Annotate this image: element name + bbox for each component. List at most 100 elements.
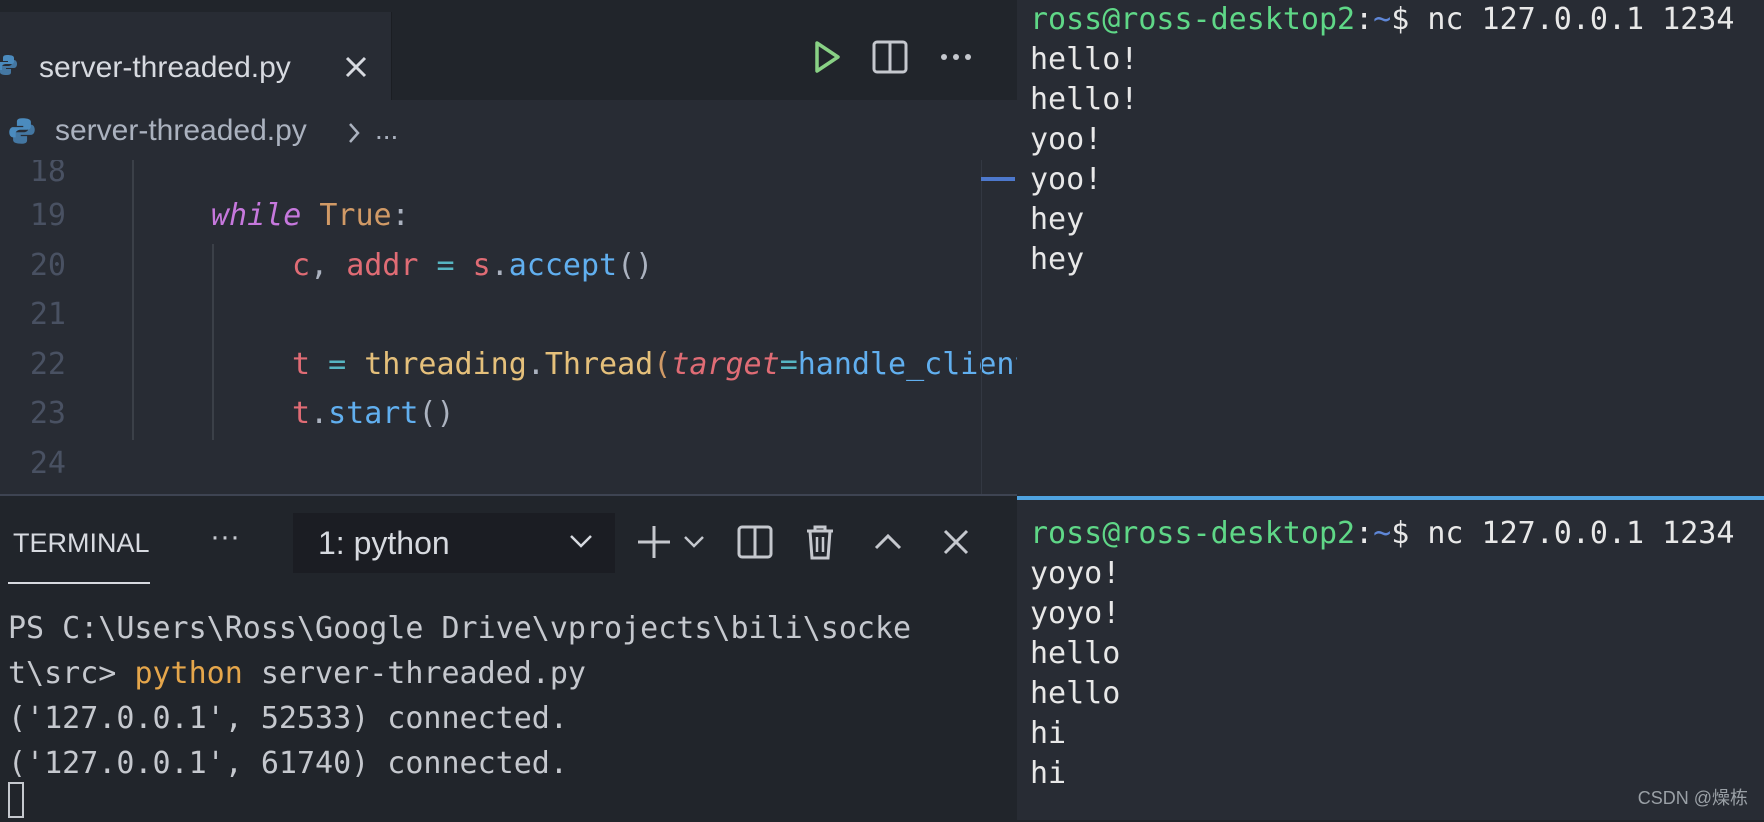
code-token: t bbox=[292, 396, 311, 431]
external-terminal[interactable]: ross@ross-desktop2:~$ nc 127.0.0.1 1234 h… bbox=[1017, 0, 1764, 820]
new-terminal-icon[interactable] bbox=[634, 522, 674, 562]
prompt-user: ross@ross-desktop2 bbox=[1030, 2, 1356, 37]
code-token: c bbox=[292, 248, 311, 283]
indent-guide bbox=[132, 160, 134, 440]
python-file-icon bbox=[9, 118, 35, 144]
output-line: hello! bbox=[1030, 82, 1139, 117]
line-number: 18 bbox=[29, 160, 66, 189]
output-line: hello! bbox=[1030, 42, 1139, 77]
terminal-pane-bottom[interactable]: ross@ross-desktop2:~$ nc 127.0.0.1 1234 y… bbox=[1030, 514, 1734, 794]
terminal-pane-top[interactable]: ross@ross-desktop2:~$ nc 127.0.0.1 1234 h… bbox=[1030, 0, 1734, 280]
code-token: : bbox=[391, 198, 410, 233]
scrollbar-marker bbox=[981, 177, 1015, 181]
pane-divider[interactable] bbox=[1017, 496, 1764, 500]
code-token: threading bbox=[364, 347, 527, 382]
code-line-20: c, addr = s.accept() bbox=[292, 248, 653, 283]
terminal-select[interactable]: 1: python bbox=[293, 513, 615, 573]
prompt-line: ross@ross-desktop2:~$ nc 127.0.0.1 1234 bbox=[1030, 514, 1734, 554]
chevron-right-icon bbox=[349, 123, 360, 143]
line-number: 20 bbox=[29, 248, 66, 283]
output-line: hello bbox=[1030, 636, 1121, 671]
output-line: hi bbox=[1030, 756, 1067, 791]
panel-more-button[interactable]: ··· bbox=[210, 520, 240, 554]
code-token: accept bbox=[508, 248, 618, 283]
terminal-command: python bbox=[134, 656, 243, 691]
editor-scrollbar[interactable] bbox=[981, 160, 1017, 494]
code-token: = bbox=[310, 347, 365, 382]
output-line: yoo! bbox=[1030, 162, 1103, 197]
code-token: . bbox=[310, 396, 329, 431]
breadcrumb-file[interactable]: server-threaded.py bbox=[55, 114, 307, 148]
code-token: Thread bbox=[544, 347, 654, 382]
indent-guide bbox=[212, 244, 214, 440]
terminal-output[interactable]: PS C:\Users\Ross\Google Drive\vprojects\… bbox=[8, 606, 911, 786]
terminal-cursor bbox=[8, 782, 24, 818]
prompt-path: ~ bbox=[1373, 516, 1392, 551]
prompt-separator: : bbox=[1355, 2, 1374, 37]
breadcrumb: server-threaded.py ... bbox=[0, 100, 1017, 160]
code-token: () bbox=[418, 396, 455, 431]
output-line: yoo! bbox=[1030, 122, 1103, 157]
maximize-panel-icon[interactable] bbox=[868, 522, 908, 562]
line-number: 24 bbox=[29, 446, 66, 481]
output-line: yoyo! bbox=[1030, 596, 1121, 631]
line-number: 23 bbox=[29, 396, 66, 431]
terminal-text: server-threaded.py bbox=[242, 656, 586, 691]
terminal-line: ('127.0.0.1', 61740) connected. bbox=[8, 746, 568, 781]
terminal-line: ('127.0.0.1', 52533) connected. bbox=[8, 701, 568, 736]
terminal-text: t\src> bbox=[8, 656, 135, 691]
output-line: hi bbox=[1030, 716, 1067, 751]
active-tab-indicator bbox=[8, 582, 150, 584]
code-line-22: t = threading.Thread(target=handle_clien… bbox=[292, 347, 1017, 382]
split-terminal-icon[interactable] bbox=[735, 522, 775, 562]
code-line-23: t.start() bbox=[292, 396, 455, 431]
editor-tab-bar: server-threaded.py bbox=[0, 0, 1017, 100]
chevron-down-icon[interactable] bbox=[682, 532, 706, 552]
line-number: 21 bbox=[29, 297, 66, 332]
output-line: hey bbox=[1030, 242, 1085, 277]
output-line: hello bbox=[1030, 676, 1121, 711]
split-editor-icon[interactable] bbox=[870, 37, 910, 77]
chevron-down-icon bbox=[570, 535, 592, 548]
prompt-separator: : bbox=[1355, 516, 1374, 551]
watermark: CSDN @燥栋 bbox=[1637, 788, 1748, 808]
prompt-command: $ nc 127.0.0.1 1234 bbox=[1391, 2, 1735, 37]
run-icon[interactable] bbox=[806, 37, 846, 77]
editor-tab-server-threaded[interactable]: server-threaded.py bbox=[0, 12, 392, 100]
more-actions-icon[interactable] bbox=[936, 37, 976, 77]
output-line: hey bbox=[1030, 202, 1085, 237]
code-token: = bbox=[418, 248, 473, 283]
code-token: () bbox=[617, 248, 654, 283]
code-token: target bbox=[671, 347, 780, 382]
code-token: . bbox=[526, 347, 545, 382]
code-token: addr bbox=[346, 248, 419, 283]
code-token: while bbox=[211, 198, 302, 233]
code-token: . bbox=[490, 248, 509, 283]
prompt-command: $ nc 127.0.0.1 1234 bbox=[1391, 516, 1735, 551]
line-number: 22 bbox=[29, 347, 66, 382]
output-line: yoyo! bbox=[1030, 556, 1121, 591]
breadcrumb-more[interactable]: ... bbox=[375, 114, 398, 146]
terminal-line: t\src> python server-threaded.py bbox=[8, 651, 911, 696]
code-token: t bbox=[292, 347, 311, 382]
vscode-window: server-threaded.py server-threaded.py ..… bbox=[0, 0, 1017, 822]
terminal-line: PS C:\Users\Ross\Google Drive\vprojects\… bbox=[8, 611, 912, 646]
code-token: True bbox=[319, 198, 392, 233]
close-icon[interactable] bbox=[936, 522, 976, 562]
code-token: s bbox=[472, 248, 491, 283]
terminal-select-value: 1: python bbox=[318, 525, 450, 561]
python-file-icon bbox=[0, 55, 17, 75]
line-number: 19 bbox=[29, 198, 66, 233]
code-token: start bbox=[328, 396, 419, 431]
prompt-line: ross@ross-desktop2:~$ nc 127.0.0.1 1234 bbox=[1030, 0, 1734, 40]
code-token: ( bbox=[653, 347, 672, 382]
close-icon[interactable] bbox=[341, 52, 371, 82]
tab-terminal[interactable]: TERMINAL bbox=[13, 528, 150, 559]
code-editor[interactable]: 18 19 20 21 22 23 24 while True: c, addr… bbox=[0, 160, 1017, 494]
code-token: = bbox=[779, 347, 798, 382]
code-token: , bbox=[310, 248, 347, 283]
prompt-user: ross@ross-desktop2 bbox=[1030, 516, 1356, 551]
prompt-path: ~ bbox=[1373, 2, 1392, 37]
terminal-panel: TERMINAL ··· 1: python PS C:\Users\Ross\… bbox=[0, 494, 1017, 822]
trash-icon[interactable] bbox=[800, 522, 840, 562]
